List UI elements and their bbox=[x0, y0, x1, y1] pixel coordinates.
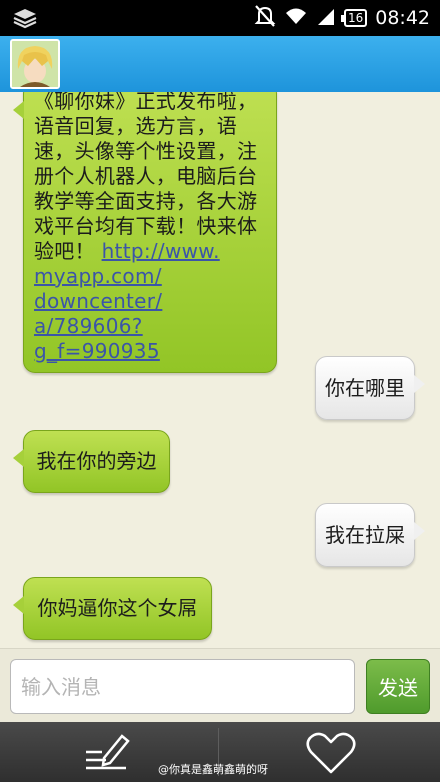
stack-icon bbox=[12, 7, 38, 29]
signal-icon bbox=[316, 6, 336, 30]
status-bar: 16 08:42 bbox=[0, 0, 440, 36]
message-line: 语音回复，选方言，语 bbox=[34, 114, 237, 138]
message-line: 验吧！ http://www. bbox=[34, 239, 266, 264]
mute-icon bbox=[254, 4, 276, 32]
download-link[interactable]: a/789606?g_f=990935 bbox=[34, 314, 266, 364]
incoming-message-bubble[interactable]: 你妈逼你这个女屌 bbox=[13, 577, 212, 640]
download-link[interactable]: downcenter/ bbox=[34, 289, 266, 314]
battery-icon: 16 bbox=[340, 9, 368, 27]
message-line: 册个人机器人，电脑后台 bbox=[34, 164, 258, 188]
outgoing-message-bubble[interactable]: 我在拉屎 bbox=[315, 503, 425, 567]
watermark: @你真是鑫萌鑫萌的呀 bbox=[158, 763, 268, 776]
incoming-message-bubble[interactable]: 我在你的旁边 bbox=[13, 430, 170, 493]
send-button[interactable]: 发送 bbox=[366, 659, 430, 714]
download-link[interactable]: myapp.com/ bbox=[34, 264, 266, 289]
download-link[interactable]: http://www. bbox=[102, 239, 220, 263]
message-text: 你在哪里 bbox=[325, 375, 405, 400]
chat-area[interactable]: 《聊你妹》正式发布啦， 语音回复，选方言，语 速，头像等个性设置，注 册个人机器… bbox=[0, 92, 440, 648]
edit-icon[interactable] bbox=[80, 728, 136, 776]
message-text-tail: 验吧！ bbox=[34, 239, 95, 263]
outgoing-message-bubble[interactable]: 你在哪里 bbox=[315, 356, 425, 420]
chat-header bbox=[0, 36, 440, 92]
input-bar: 发送 bbox=[0, 648, 440, 722]
contact-avatar[interactable] bbox=[10, 39, 60, 89]
message-text: 你妈逼你这个女屌 bbox=[37, 596, 198, 620]
bottom-bar: @你真是鑫萌鑫萌的呀 bbox=[0, 722, 440, 782]
incoming-message-bubble[interactable]: 《聊你妹》正式发布啦， 语音回复，选方言，语 速，头像等个性设置，注 册个人机器… bbox=[13, 92, 277, 373]
message-text: 我在拉屎 bbox=[325, 522, 405, 547]
message-line: 速，头像等个性设置，注 bbox=[34, 139, 258, 163]
message-line: 教学等全面支持，各大游 bbox=[34, 189, 258, 213]
message-input[interactable] bbox=[10, 659, 355, 714]
message-text: 我在你的旁边 bbox=[36, 449, 157, 473]
heart-icon[interactable] bbox=[300, 728, 362, 778]
wifi-icon bbox=[284, 6, 308, 30]
message-line: 《聊你妹》正式发布啦， bbox=[34, 92, 258, 113]
clock: 08:42 bbox=[375, 7, 430, 29]
message-line: 戏平台均有下载！快来体 bbox=[34, 214, 258, 238]
